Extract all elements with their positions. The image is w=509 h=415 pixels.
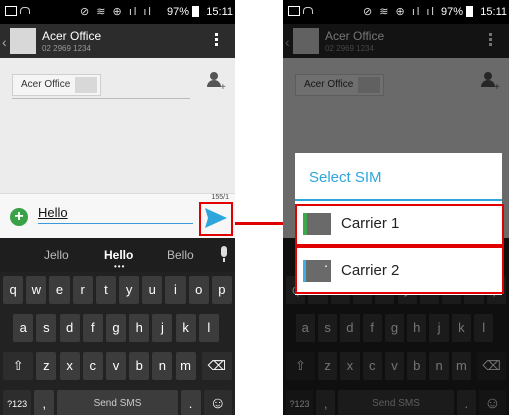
period-key[interactable]: . bbox=[180, 390, 201, 415]
key-n[interactable]: n bbox=[152, 352, 173, 380]
key-e[interactable]: e bbox=[49, 276, 70, 304]
recipient-underline bbox=[12, 98, 190, 99]
key-b[interactable]: b bbox=[129, 352, 150, 380]
battery-percent: 97% bbox=[440, 6, 463, 18]
key-h[interactable]: h bbox=[129, 314, 150, 342]
send-button[interactable] bbox=[199, 202, 233, 236]
action-bar: ‹ Acer Office 02 2969 1234 bbox=[0, 24, 235, 58]
key-d[interactable]: d bbox=[59, 314, 80, 342]
key-o[interactable]: o bbox=[188, 276, 209, 304]
keyboard: Jello Hello ••• Bello qwertyuiop asdfghjk… bbox=[0, 238, 235, 415]
backspace-key[interactable]: ⌫ bbox=[201, 352, 232, 380]
message-text: Hello bbox=[38, 205, 68, 220]
compose-bar: 155/1 + Hello bbox=[0, 193, 235, 239]
clock: 15:11 bbox=[206, 6, 233, 18]
notification-image-icon bbox=[5, 6, 17, 16]
key-m[interactable]: m bbox=[175, 352, 196, 380]
battery-icon bbox=[466, 6, 473, 17]
key-c[interactable]: c bbox=[82, 352, 103, 380]
key-u[interactable]: u bbox=[142, 276, 163, 304]
key-g[interactable]: g bbox=[105, 314, 127, 342]
overflow-menu-icon[interactable] bbox=[215, 33, 219, 48]
comma-key[interactable]: , bbox=[34, 390, 55, 415]
status-icons: ⊘ ≋ ⊕ ıl ıl bbox=[80, 6, 153, 18]
send-arrow-icon bbox=[205, 208, 227, 228]
shift-key[interactable]: ⇧ bbox=[3, 352, 34, 380]
suggestion-1[interactable]: Jello bbox=[44, 248, 69, 262]
notification-usb-icon bbox=[303, 7, 313, 14]
plus-circle-icon[interactable]: + bbox=[10, 208, 28, 226]
status-bar: ⊘ ≋ ⊕ ıl ıl 97% 15:11 bbox=[0, 0, 235, 24]
contact-avatar[interactable] bbox=[10, 28, 36, 54]
status-icons: ⊘ ≋ ⊕ ıl ıl bbox=[363, 6, 436, 18]
space-key[interactable]: Send SMS bbox=[57, 390, 178, 415]
key-q[interactable]: q bbox=[3, 276, 24, 304]
notification-image-icon bbox=[288, 6, 300, 16]
battery-icon bbox=[192, 6, 199, 17]
status-bar: ⊘ ≋ ⊕ ıl ıl 97% 15:11 bbox=[283, 0, 509, 24]
key-t[interactable]: t bbox=[95, 276, 116, 304]
highlight-box-sim2 bbox=[295, 246, 504, 294]
message-input[interactable]: Hello bbox=[38, 205, 193, 224]
back-icon[interactable]: ‹ bbox=[2, 34, 7, 50]
symbols-key[interactable]: ?123 bbox=[3, 390, 32, 415]
emoji-key[interactable]: ☺ bbox=[203, 390, 232, 415]
key-k[interactable]: k bbox=[175, 314, 196, 342]
highlight-box-sim1 bbox=[295, 204, 504, 246]
add-person-icon[interactable]: + bbox=[207, 72, 226, 93]
suggestion-3[interactable]: Bello bbox=[167, 248, 194, 262]
recipient-area: Acer Office + bbox=[0, 58, 235, 108]
key-s[interactable]: s bbox=[36, 314, 57, 342]
key-p[interactable]: p bbox=[211, 276, 232, 304]
battery-percent: 97% bbox=[166, 6, 189, 18]
recipient-chip-label: Acer Office bbox=[21, 79, 71, 90]
key-i[interactable]: i bbox=[165, 276, 186, 304]
char-counter: 155/1 bbox=[211, 194, 229, 201]
key-r[interactable]: r bbox=[72, 276, 93, 304]
key-z[interactable]: z bbox=[36, 352, 57, 380]
recipient-chip[interactable]: Acer Office bbox=[12, 74, 102, 96]
key-l[interactable]: l bbox=[198, 314, 219, 342]
suggestion-strip: Jello Hello ••• Bello bbox=[0, 238, 235, 272]
key-y[interactable]: y bbox=[119, 276, 140, 304]
contact-name: Acer Office bbox=[42, 29, 102, 43]
more-suggestions-icon: ••• bbox=[114, 262, 126, 271]
suggestion-2[interactable]: Hello bbox=[104, 248, 133, 262]
contact-number: 02 2969 1234 bbox=[42, 44, 91, 53]
key-j[interactable]: j bbox=[152, 314, 173, 342]
clock: 15:11 bbox=[480, 6, 507, 18]
key-f[interactable]: f bbox=[82, 314, 103, 342]
phone-screen-compose: ⊘ ≋ ⊕ ıl ıl 97% 15:11 ‹ Acer Office 02 2… bbox=[0, 0, 235, 415]
key-x[interactable]: x bbox=[59, 352, 80, 380]
key-v[interactable]: v bbox=[105, 352, 127, 380]
dialog-title: Select SIM bbox=[309, 169, 382, 186]
recipient-photo bbox=[75, 77, 98, 93]
key-a[interactable]: a bbox=[13, 314, 34, 342]
microphone-icon[interactable] bbox=[221, 246, 227, 257]
key-w[interactable]: w bbox=[26, 276, 47, 304]
notification-usb-icon bbox=[20, 7, 30, 14]
message-list bbox=[0, 108, 235, 193]
